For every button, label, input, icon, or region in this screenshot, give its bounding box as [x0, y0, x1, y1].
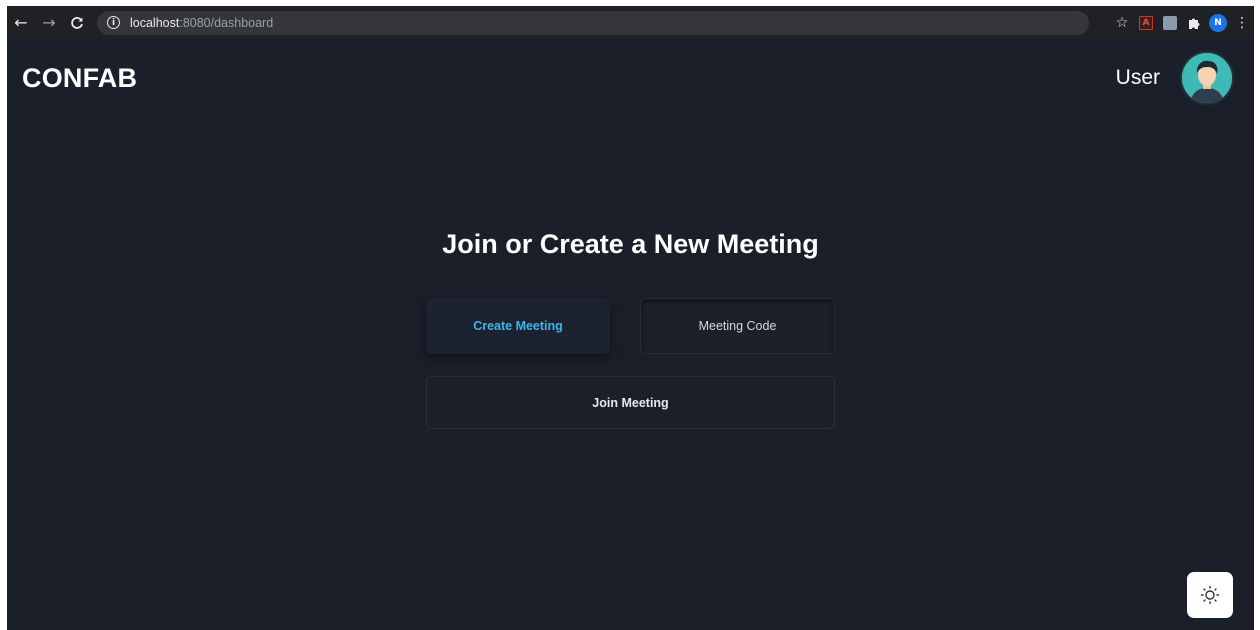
puzzle-icon — [1189, 18, 1200, 29]
meeting-code-input[interactable] — [640, 298, 835, 354]
theme-toggle-button[interactable] — [1187, 572, 1233, 618]
sun-icon — [1200, 585, 1220, 605]
app-logo[interactable]: CONFAB — [22, 63, 137, 94]
extensions-menu-button[interactable] — [1182, 6, 1206, 39]
create-meeting-button[interactable]: Create Meeting — [426, 298, 610, 354]
kebab-menu-icon: ⋮ — [1235, 14, 1249, 31]
dashboard-page: CONFAB User Join or Create a New Meeting… — [7, 39, 1254, 630]
user-name: User — [1115, 66, 1160, 89]
reload-icon — [71, 16, 83, 29]
extension-icon — [1163, 15, 1177, 30]
pdf-extension-button[interactable]: A — [1134, 6, 1158, 39]
extension-button[interactable] — [1158, 6, 1182, 39]
avatar[interactable] — [1182, 53, 1232, 103]
pdf-extension-icon: A — [1139, 15, 1153, 30]
url-path: :8080/dashboard — [179, 15, 274, 30]
extensions-area: ☆ A N ⋮ — [1110, 6, 1254, 39]
page-title: Join or Create a New Meeting — [442, 229, 819, 259]
forward-button[interactable]: → — [35, 6, 63, 39]
arrow-right-icon: → — [42, 13, 56, 32]
star-icon: ☆ — [1115, 14, 1129, 31]
info-icon[interactable]: i — [107, 16, 120, 29]
address-bar[interactable]: i localhost:8080/dashboard — [97, 10, 1089, 35]
arrow-left-icon: ← — [14, 13, 28, 32]
profile-button[interactable]: N — [1206, 6, 1230, 39]
profile-avatar: N — [1209, 13, 1227, 32]
user-menu[interactable]: User — [1116, 53, 1232, 103]
back-button[interactable]: ← — [7, 6, 35, 39]
browser-menu-button[interactable]: ⋮ — [1230, 6, 1254, 39]
user-avatar-icon — [1182, 53, 1232, 103]
join-meeting-button[interactable]: Join Meeting — [426, 376, 835, 429]
reload-button[interactable] — [63, 6, 91, 39]
browser-toolbar: ← → i localhost:8080/dashboard ☆ A N ⋮ — [7, 6, 1254, 39]
url-host: localhost — [130, 15, 180, 30]
bookmark-button[interactable]: ☆ — [1110, 6, 1134, 39]
